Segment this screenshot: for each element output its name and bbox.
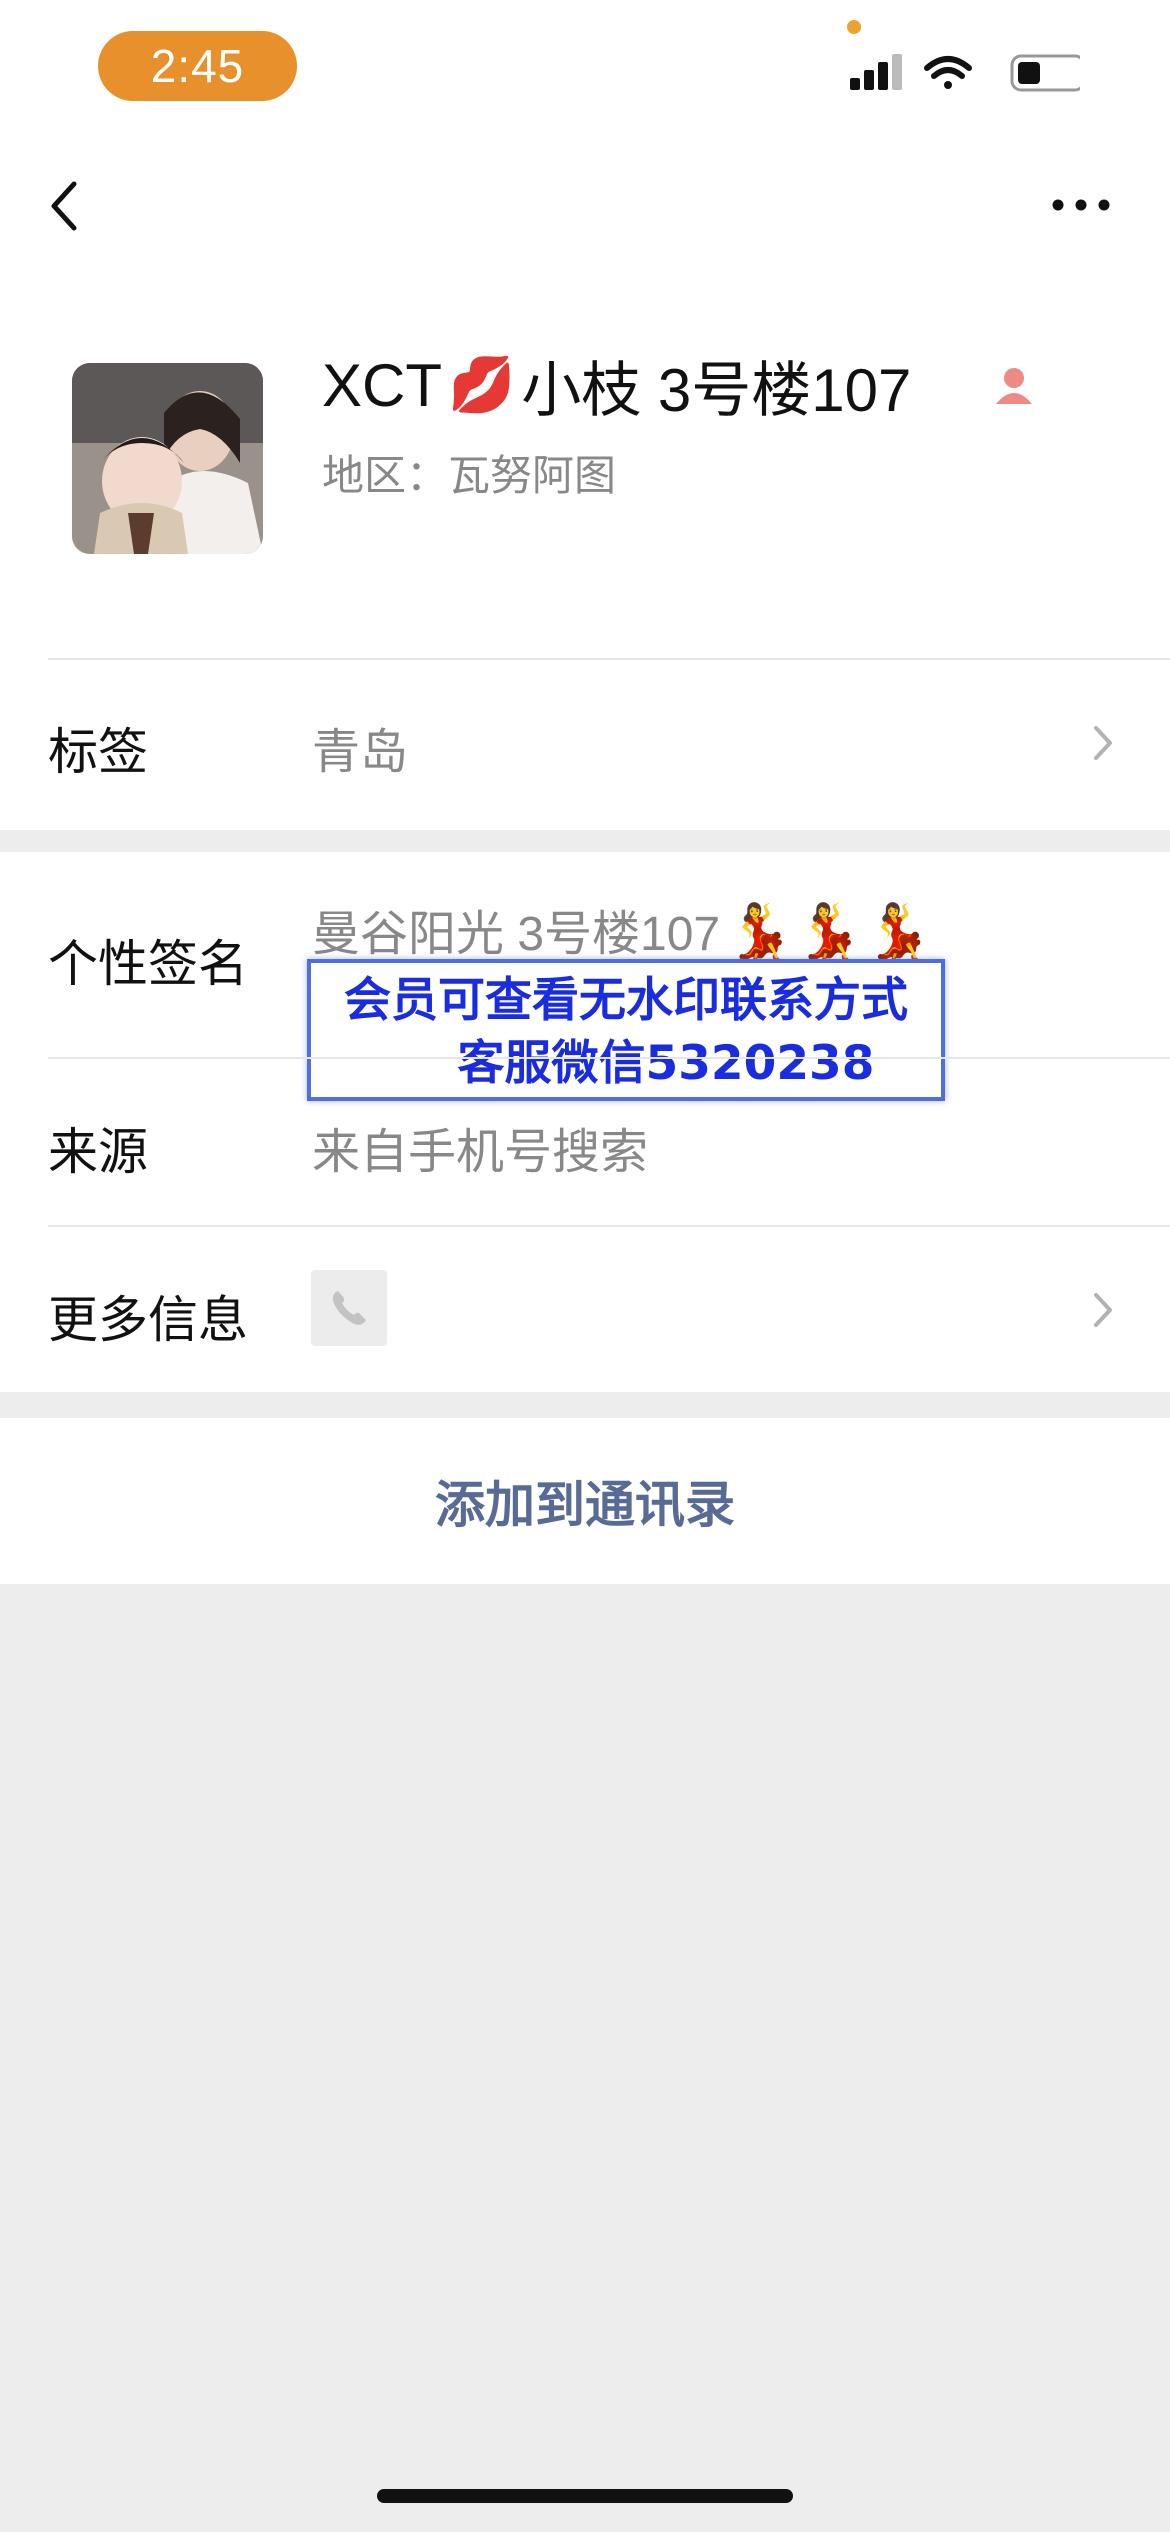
- more-options-button[interactable]: [1046, 185, 1116, 225]
- section-separator: [0, 830, 1170, 852]
- back-button[interactable]: [40, 170, 96, 242]
- signature-value: 曼谷阳光 3号楼107 💃💃💃: [312, 894, 934, 964]
- status-time: 2:45: [98, 31, 297, 101]
- chevron-left-icon: [51, 181, 77, 231]
- divider: [48, 1225, 1170, 1227]
- tags-label: 标签: [48, 724, 148, 780]
- status-icons: [850, 50, 1086, 104]
- profile-name: XCT 💋 小枝 3号楼107: [322, 345, 911, 425]
- dancer-emoji: 💃💃💃: [726, 902, 934, 962]
- region-text: 地区：瓦努阿图: [322, 452, 617, 499]
- tags-value[interactable]: 青岛: [312, 712, 408, 782]
- watermark-overlay: 会员可查看无水印联系方式 客服微信5320238: [307, 959, 945, 1101]
- chevron-right-icon[interactable]: [1088, 718, 1118, 768]
- battery-icon: [1010, 54, 1086, 92]
- source-label: 来源: [48, 1124, 148, 1180]
- privacy-indicator-dot: [847, 20, 861, 34]
- lips-emoji: 💋: [448, 354, 516, 415]
- more-info-label: 更多信息: [48, 1292, 248, 1348]
- name-prefix: XCT: [322, 351, 442, 419]
- name-suffix: 小枝 3号楼107: [521, 356, 912, 424]
- chevron-right-icon[interactable]: [1088, 1285, 1118, 1335]
- signature-text: 曼谷阳光 3号楼107: [312, 908, 721, 961]
- source-value: 来自手机号搜索: [312, 1126, 649, 1179]
- divider: [48, 658, 1170, 660]
- watermark-line1: 会员可查看无水印联系方式: [344, 973, 908, 1028]
- more-dots-icon: [1052, 199, 1110, 211]
- cellular-signal-icon: [850, 54, 902, 90]
- add-to-contacts-button[interactable]: 添加到通讯录: [0, 1418, 1170, 1584]
- watermark-line2: 客服微信5320238: [457, 1036, 875, 1091]
- home-indicator[interactable]: [377, 2489, 793, 2503]
- female-gender-icon: [990, 362, 1038, 414]
- divider: [48, 1057, 1170, 1059]
- avatar[interactable]: [72, 363, 263, 554]
- wifi-icon: [924, 56, 972, 89]
- signature-label: 个性签名: [48, 936, 248, 992]
- phone-icon[interactable]: [311, 1270, 387, 1346]
